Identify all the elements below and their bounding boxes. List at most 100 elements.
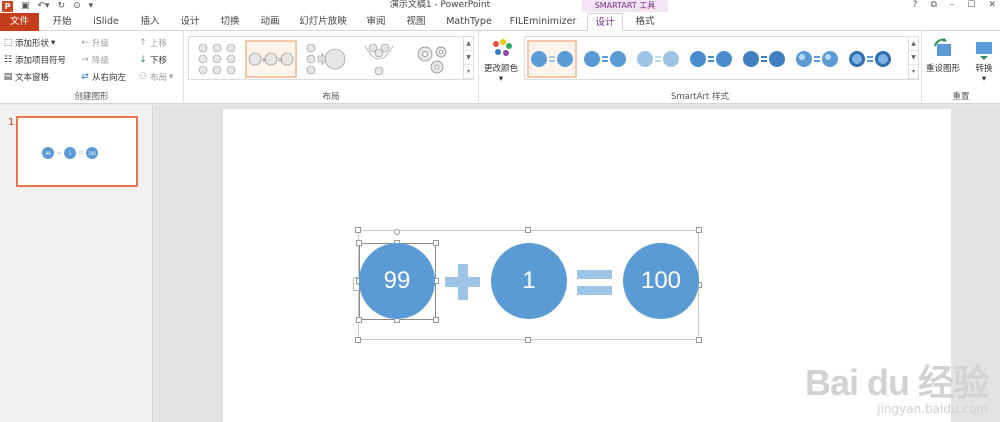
moderate-style-icon — [690, 51, 732, 67]
close-button[interactable]: ✕ — [988, 0, 996, 11]
equation-layout-icon: + = — [248, 52, 294, 66]
scroll-down-icon[interactable]: ▼ — [909, 51, 918, 65]
tab-smartart-design[interactable]: 设计 — [587, 13, 623, 31]
scroll-up-icon[interactable]: ▲ — [464, 37, 473, 51]
plus-sign-vertical[interactable] — [458, 264, 468, 300]
gallery-more-icon[interactable]: ▾ — [464, 65, 473, 79]
shape-handle[interactable] — [433, 317, 439, 323]
tab-home[interactable]: 开始 — [44, 13, 80, 31]
tab-review[interactable]: 审阅 — [358, 13, 394, 31]
value-circle-3[interactable]: 100 — [623, 243, 699, 319]
chevron-down-icon: ▾ — [981, 74, 987, 84]
style-option-3[interactable] — [633, 40, 683, 78]
style-gallery-scrollbar[interactable]: ▲ ▼ ▾ — [908, 37, 918, 79]
add-shape-label: 添加形状 — [15, 39, 50, 49]
tab-view[interactable]: 视图 — [398, 13, 434, 31]
tab-file[interactable]: 文件 — [0, 13, 39, 31]
ribbon-display-button[interactable]: ⧉ — [930, 0, 936, 11]
help-button[interactable]: ? — [913, 0, 918, 11]
shape-handle[interactable] — [433, 240, 439, 246]
layout-button[interactable]: ⚇ 布局 ▾ — [138, 71, 173, 83]
style-option-flat[interactable] — [527, 40, 577, 78]
smartart-styles-group: 更改颜色 ▾ ▲ ▼ ▾ SmartArt 样式 — [479, 31, 922, 104]
layout-group: + = ▲ ▼ ▾ 布局 — [184, 31, 479, 104]
right-to-left-button[interactable]: ⇄ 从右向左 — [80, 71, 126, 83]
tab-animations[interactable]: 动画 — [252, 13, 288, 31]
thumbnail-equals: = — [78, 149, 84, 157]
resize-handle[interactable] — [525, 227, 531, 233]
convert-label: 转换 — [975, 64, 993, 74]
resize-handle[interactable] — [696, 337, 702, 343]
shape-handle[interactable] — [356, 317, 362, 323]
layout-option-3[interactable] — [299, 40, 351, 78]
resize-handle[interactable] — [355, 337, 361, 343]
demote-button[interactable]: → 降级 — [80, 54, 109, 66]
light-style-icon — [637, 51, 679, 67]
slide-thumbnails-pane: 1 99 + 1 = 100 — [0, 105, 153, 422]
move-down-button[interactable]: ↓ 下移 — [138, 54, 167, 66]
watermark-url: jingyan.baidu.com — [877, 402, 988, 416]
tab-smartart-format[interactable]: 格式 — [627, 13, 663, 31]
shape-handle[interactable] — [356, 240, 362, 246]
move-up-button[interactable]: ↑ 上移 — [138, 37, 167, 49]
promote-label: 升级 — [92, 39, 110, 49]
change-colors-button[interactable]: 更改颜色 ▾ — [484, 36, 518, 84]
style-option-5[interactable] — [739, 40, 789, 78]
scroll-up-icon[interactable]: ▲ — [909, 37, 918, 51]
tab-islide[interactable]: iSlide — [86, 13, 126, 31]
tab-slideshow[interactable]: 幻灯片放映 — [294, 13, 352, 31]
scroll-down-icon[interactable]: ▼ — [464, 51, 473, 65]
gallery-more-icon[interactable]: ▾ — [909, 65, 918, 79]
thumbnail-plus: + — [56, 149, 62, 157]
move-up-icon: ↑ — [139, 38, 147, 48]
promote-button[interactable]: ← 升级 — [80, 37, 109, 49]
gears-layout-icon — [417, 46, 447, 74]
add-shape-icon: ⬚ — [3, 38, 13, 48]
tab-design[interactable]: 设计 — [172, 13, 208, 31]
style-option-4[interactable] — [686, 40, 736, 78]
tab-transitions[interactable]: 切换 — [212, 13, 248, 31]
layout-option-equation[interactable]: + = — [245, 40, 297, 78]
resize-handle[interactable] — [696, 227, 702, 233]
hierarchy-layout-icon: ⚇ — [138, 72, 148, 82]
chevron-down-icon: ▾ — [51, 38, 56, 48]
maximize-button[interactable]: ☐ — [967, 0, 975, 11]
reset-graphic-button[interactable]: 重设图形 — [926, 36, 960, 74]
equals-sign-top[interactable] — [577, 270, 612, 279]
layout-label: 布局 — [150, 73, 168, 83]
style-option-6[interactable] — [792, 40, 842, 78]
demote-label: 降级 — [92, 56, 110, 66]
intense-style-icon — [743, 51, 785, 67]
move-up-label: 上移 — [150, 39, 168, 49]
layout-option-gears[interactable] — [407, 40, 459, 78]
add-shape-button[interactable]: ⬚ 添加形状 ▾ — [3, 37, 56, 49]
tab-insert[interactable]: 插入 — [132, 13, 168, 31]
svg-text:=: = — [277, 56, 283, 64]
value-circle-1[interactable]: 99 — [359, 243, 435, 319]
convert-button[interactable]: 转换 ▾ — [970, 36, 998, 84]
tab-mathtype[interactable]: MathType — [440, 13, 498, 31]
minimize-button[interactable]: – — [950, 0, 955, 11]
slide-thumbnail[interactable]: 99 + 1 = 100 — [16, 116, 138, 187]
layout-option-funnel[interactable] — [353, 40, 405, 78]
change-colors-label: 更改颜色 — [484, 64, 519, 74]
arrow-equation-layout-icon — [306, 43, 346, 75]
value-circle-2[interactable]: 1 — [491, 243, 567, 319]
tab-fileminimizer[interactable]: FILEminimizer — [504, 13, 582, 31]
resize-handle[interactable] — [525, 337, 531, 343]
rotate-handle[interactable] — [394, 229, 400, 235]
smartart-style-gallery: ▲ ▼ ▾ — [524, 36, 919, 80]
reset-graphic-label: 重设图形 — [926, 64, 961, 74]
style-option-7[interactable] — [845, 40, 895, 78]
equals-sign-bottom[interactable] — [577, 286, 612, 295]
add-bullet-button[interactable]: ☷ 添加项目符号 — [3, 54, 66, 66]
resize-handle[interactable] — [355, 227, 361, 233]
window-controls: ? ⧉ – ☐ ✕ — [913, 0, 996, 11]
move-down-label: 下移 — [150, 56, 168, 66]
layout-option-1[interactable] — [191, 40, 243, 78]
baidu-jingyan-watermark: Bai du 经验 jingyan.baidu.com — [805, 364, 989, 417]
text-pane-button[interactable]: ▤ 文本窗格 — [3, 71, 49, 83]
style-option-2[interactable] — [580, 40, 630, 78]
bullet-list-icon: ☷ — [3, 55, 13, 65]
layout-gallery-scrollbar[interactable]: ▲ ▼ ▾ — [463, 37, 473, 79]
